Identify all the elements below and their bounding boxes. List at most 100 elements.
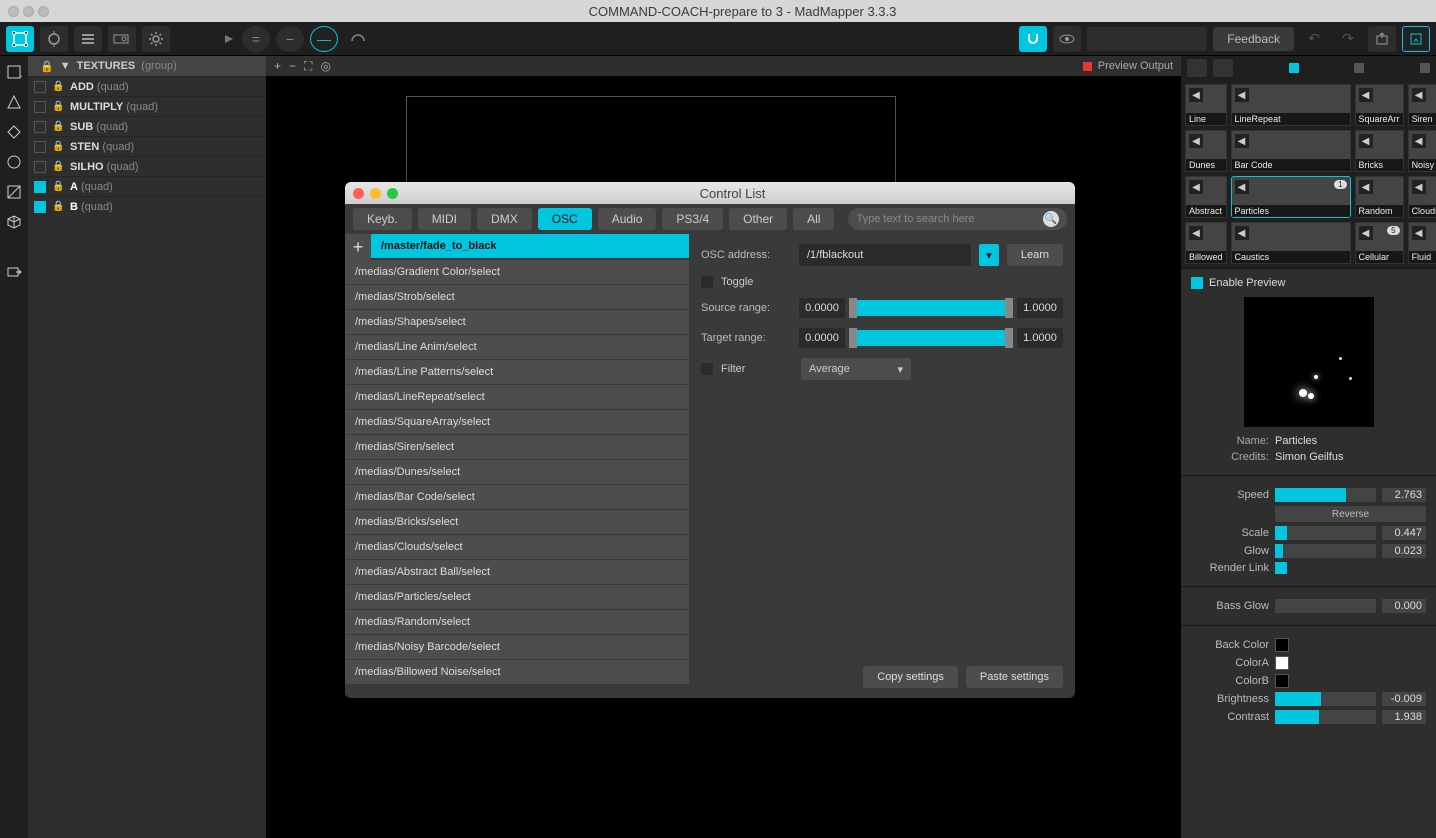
layer-visibility-toggle[interactable]: [34, 161, 46, 173]
pause-mode-icon[interactable]: =: [242, 26, 270, 52]
lock-icon[interactable]: 🔒: [52, 121, 64, 132]
control-tab[interactable]: All: [793, 208, 834, 230]
list-item[interactable]: /medias/Random/select: [345, 610, 689, 635]
list-item[interactable]: /master/fade_to_black: [371, 234, 689, 259]
add-circle-icon[interactable]: [4, 152, 24, 172]
lock-icon[interactable]: 🔒: [52, 181, 64, 192]
play-arrow-icon[interactable]: ◀: [1189, 134, 1203, 148]
list-item[interactable]: /medias/Clouds/select: [345, 535, 689, 560]
chevron-down-icon[interactable]: ▼: [60, 60, 71, 72]
play-arrow-icon[interactable]: ◀: [1359, 180, 1373, 194]
media-thumb[interactable]: ◀Siren: [1408, 84, 1436, 126]
lock-icon[interactable]: 🔒: [52, 161, 64, 172]
media-thumb[interactable]: ◀Random: [1355, 176, 1404, 218]
fixture-tool-icon[interactable]: [40, 26, 68, 52]
undo-icon[interactable]: [344, 26, 372, 52]
media-thumb[interactable]: ◀Bar Code: [1231, 130, 1351, 172]
control-tab[interactable]: Other: [729, 208, 787, 230]
play-arrow-icon[interactable]: ◀: [1189, 88, 1203, 102]
play-arrow-icon[interactable]: ◀: [1359, 134, 1373, 148]
play-arrow-icon[interactable]: ◀: [1235, 226, 1249, 240]
output-icon[interactable]: [1402, 26, 1430, 52]
media-thumb[interactable]: ◀5Cellular: [1355, 222, 1404, 264]
layer-visibility-toggle[interactable]: [34, 201, 46, 213]
list-item[interactable]: /medias/LineRepeat/select: [345, 385, 689, 410]
paste-settings-button[interactable]: Paste settings: [966, 666, 1063, 688]
list-item[interactable]: /medias/Bar Code/select: [345, 485, 689, 510]
media-thumb[interactable]: ◀Line: [1185, 84, 1227, 126]
play-arrow-icon[interactable]: ◀: [1412, 180, 1426, 194]
layer-visibility-toggle[interactable]: [34, 101, 46, 113]
list-item[interactable]: /medias/Particles/select: [345, 585, 689, 610]
add-quad-icon[interactable]: +: [4, 62, 24, 82]
color-b-swatch[interactable]: [1275, 674, 1289, 688]
osc-address-dropdown[interactable]: ▾: [979, 244, 999, 266]
dialog-minimize-icon[interactable]: [370, 188, 381, 199]
control-tab[interactable]: OSC: [538, 208, 592, 230]
list-item[interactable]: /medias/Billowed Noise/select: [345, 660, 689, 685]
play-arrow-icon[interactable]: ◀: [1412, 226, 1426, 240]
visibility-icon[interactable]: [1053, 26, 1081, 52]
layer-row[interactable]: 🔒 ADD (quad): [28, 76, 266, 96]
brightness-slider[interactable]: [1275, 692, 1376, 706]
tab-list-icon[interactable]: [1187, 59, 1207, 77]
target-min-input[interactable]: 0.0000: [799, 328, 845, 348]
dialog-zoom-icon[interactable]: [387, 188, 398, 199]
layer-row[interactable]: 🔒 SUB (quad): [28, 116, 266, 136]
lock-icon[interactable]: 🔒: [40, 60, 54, 73]
lock-icon[interactable]: 🔒: [52, 141, 64, 152]
filter-select[interactable]: Average▾: [801, 358, 911, 380]
center-icon[interactable]: ◎: [320, 59, 330, 74]
glow-slider[interactable]: [1275, 544, 1376, 558]
speed-slider[interactable]: [1275, 488, 1376, 502]
play-arrow-icon[interactable]: ◀: [1235, 134, 1249, 148]
fit-icon[interactable]: ⛶: [304, 59, 312, 74]
subtract-mode-icon[interactable]: −: [276, 26, 304, 52]
play-arrow-icon[interactable]: ◀: [1189, 226, 1203, 240]
control-tab[interactable]: Keyb.: [353, 208, 412, 230]
list-item[interactable]: /medias/Siren/select: [345, 435, 689, 460]
play-arrow-icon[interactable]: ◀: [1235, 180, 1249, 194]
list-item[interactable]: /medias/Gradient Color/select: [345, 260, 689, 285]
list-item[interactable]: /medias/Line Anim/select: [345, 335, 689, 360]
color-a-swatch[interactable]: [1275, 656, 1289, 670]
media-thumb[interactable]: ◀SquareArr: [1355, 84, 1404, 126]
osc-address-input[interactable]: /1/fblackout: [799, 244, 971, 266]
layer-visibility-toggle[interactable]: [34, 121, 46, 133]
speed-value[interactable]: 2.763: [1382, 488, 1426, 502]
source-max-input[interactable]: 1.0000: [1017, 298, 1063, 318]
lock-icon[interactable]: 🔒: [52, 81, 64, 92]
play-arrow-icon[interactable]: ◀: [1359, 88, 1373, 102]
list-view-icon[interactable]: [74, 26, 102, 52]
copy-settings-button[interactable]: Copy settings: [863, 666, 958, 688]
layer-group-header[interactable]: 🔒 ▼ TEXTURES (group): [28, 56, 266, 76]
feedback-button[interactable]: Feedback: [1213, 27, 1294, 51]
snap-icon[interactable]: [1019, 26, 1047, 52]
source-min-input[interactable]: 0.0000: [799, 298, 845, 318]
contrast-slider[interactable]: [1275, 710, 1376, 724]
media-thumb[interactable]: ◀Caustics: [1231, 222, 1351, 264]
media-thumb[interactable]: ◀Abstract: [1185, 176, 1227, 218]
control-search-input[interactable]: Type text to search here🔍: [848, 208, 1067, 230]
play-icon[interactable]: [222, 32, 236, 46]
add-3d-icon[interactable]: [4, 212, 24, 232]
surface-tool-icon[interactable]: [6, 26, 34, 52]
play-arrow-icon[interactable]: ◀: [1412, 134, 1426, 148]
control-tab[interactable]: Audio: [598, 208, 657, 230]
media-thumb[interactable]: ◀Fluid: [1408, 222, 1436, 264]
import-icon[interactable]: [4, 262, 24, 282]
brightness-value[interactable]: -0.009: [1382, 692, 1426, 706]
control-tab[interactable]: MIDI: [418, 208, 471, 230]
filter-dot-grey-2[interactable]: [1420, 63, 1430, 73]
bass-glow-value[interactable]: 0.000: [1382, 599, 1426, 613]
learn-button[interactable]: Learn: [1007, 244, 1063, 266]
media-thumb[interactable]: ◀Dunes: [1185, 130, 1227, 172]
bass-glow-slider[interactable]: [1275, 599, 1376, 613]
dialog-titlebar[interactable]: Control List: [345, 182, 1075, 204]
media-thumb[interactable]: ◀Bricks: [1355, 130, 1404, 172]
layer-row[interactable]: 🔒 STEN (quad): [28, 136, 266, 156]
list-item[interactable]: /medias/Noisy Barcode/select: [345, 635, 689, 660]
play-arrow-icon[interactable]: ◀: [1235, 88, 1249, 102]
glow-value[interactable]: 0.023: [1382, 544, 1426, 558]
minimize-window-icon[interactable]: [23, 6, 34, 17]
